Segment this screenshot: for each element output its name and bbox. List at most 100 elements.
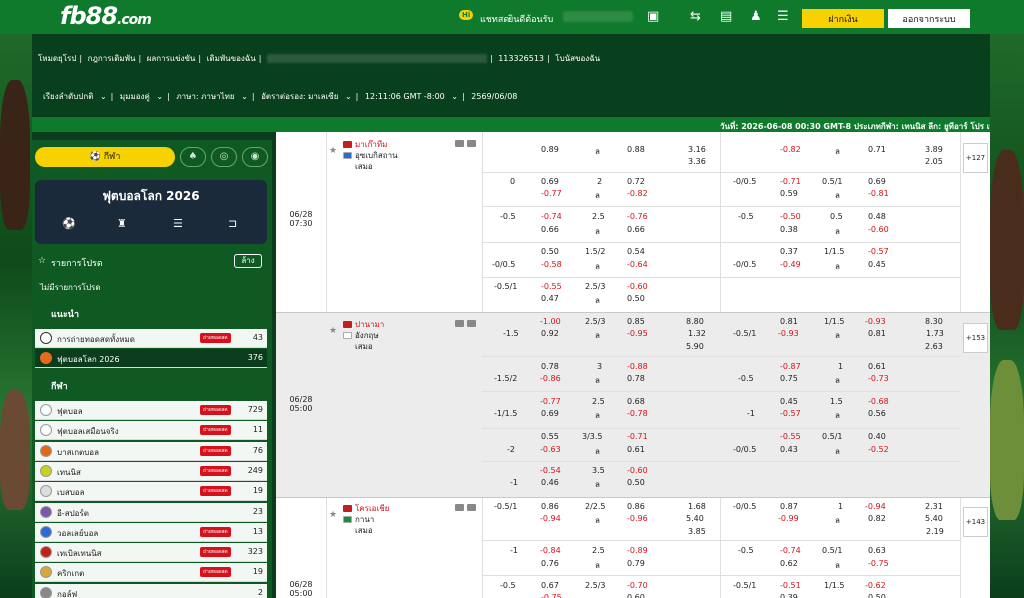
odds-value[interactable]: -0.60 [627, 282, 648, 291]
clear-favorites-button[interactable]: ล้าง [234, 254, 262, 268]
sidebar-item-sport[interactable]: กอล์ฟ 2 [35, 583, 267, 598]
odds-value[interactable]: -0.93 [865, 317, 886, 326]
odds-value[interactable]: 0.45 [780, 397, 798, 406]
odds-value[interactable]: 0.48 [868, 212, 886, 221]
odds-value[interactable]: -0.84 [540, 546, 561, 555]
odds-value[interactable]: -0.86 [540, 374, 561, 383]
bet-list-icon[interactable]: ☰ [777, 9, 789, 24]
sidebar-item-sport[interactable]: ฟุตบอล ถ่ายทอดสด 729 [35, 401, 267, 420]
odds-value[interactable]: 0.50 [541, 247, 559, 256]
odds-value[interactable]: 0.56 [868, 409, 886, 418]
deposit-button[interactable]: ฝากเงิน [802, 9, 884, 28]
live-tv-icon[interactable] [455, 504, 464, 511]
odds-value[interactable]: 0.66 [541, 225, 559, 234]
odds-value[interactable]: 8.30 [925, 317, 943, 326]
odds-value[interactable]: 0.50 [627, 478, 645, 487]
odds-value[interactable]: 0.69 [541, 177, 559, 186]
odds-value[interactable]: -1.00 [540, 317, 561, 326]
odds-value[interactable]: -0.96 [627, 514, 648, 523]
odds-value[interactable]: 3.85 [688, 527, 706, 536]
odds-value[interactable]: -0.63 [540, 445, 561, 454]
odds-value[interactable]: 3.16 [688, 145, 706, 154]
odds-value[interactable]: 0.39 [780, 593, 798, 598]
odds-value[interactable]: 0.46 [541, 478, 559, 487]
casino-tab-button[interactable]: ♠ [180, 147, 206, 167]
odds-value[interactable]: 0.85 [627, 317, 645, 326]
odds-value[interactable]: 0.43 [780, 445, 798, 454]
stats-icon[interactable] [467, 140, 476, 147]
odds-value[interactable]: 5.90 [686, 342, 704, 351]
odds-value[interactable]: 0.81 [868, 329, 886, 338]
live-tv-icon[interactable] [455, 140, 464, 147]
odds-value[interactable]: 0.38 [780, 225, 798, 234]
odds-value[interactable]: -0.94 [865, 502, 886, 511]
odds-value[interactable]: 0.60 [627, 593, 645, 598]
site-logo[interactable]: fb88.com [60, 2, 152, 30]
odds-value[interactable]: 0.86 [541, 502, 559, 511]
odds-value[interactable]: 2.05 [925, 157, 943, 166]
nav-results[interactable]: ผลการแข่งขัน [147, 54, 196, 63]
sidebar-item-sport[interactable]: เบสบอล ถ่ายทอดสด 19 [35, 482, 267, 502]
odds-value[interactable]: 8.80 [686, 317, 704, 326]
odds-value[interactable]: 0.71 [868, 145, 886, 154]
odds-value[interactable]: 0.45 [868, 260, 886, 269]
odds-value[interactable]: -0.60 [868, 225, 889, 234]
odds-value[interactable]: 0.72 [627, 177, 645, 186]
sidebar-item-worldcup[interactable]: ฟุตบอลโลก 2026 376 [35, 349, 267, 368]
odds-value[interactable]: 0.67 [541, 581, 559, 590]
odds-value[interactable]: -0.70 [627, 581, 648, 590]
sidebar-item-sport[interactable]: บาสเกตบอล ถ่ายทอดสด 76 [35, 441, 267, 461]
odds-value[interactable]: -0.75 [541, 593, 562, 598]
odds-value[interactable]: 0.69 [541, 409, 559, 418]
odds-value[interactable]: -0.50 [780, 212, 801, 221]
odds-value[interactable]: -0.54 [540, 466, 561, 475]
odds-type-select[interactable]: อัตราต่อรอง: มาเลเซีย ⌄ [261, 92, 352, 101]
odds-value[interactable]: -0.94 [540, 514, 561, 523]
wallet-icon[interactable]: ▣ [647, 9, 659, 24]
odds-value[interactable]: -0.49 [780, 260, 801, 269]
list-icon[interactable]: ☰ [173, 217, 183, 230]
games-tab-button[interactable]: ◉ [242, 147, 268, 167]
odds-value[interactable]: -0.77 [541, 189, 562, 198]
sort-select[interactable]: เรียงลำดับปกติ ⌄ [43, 92, 107, 101]
odds-value[interactable]: 1.32 [688, 329, 706, 338]
odds-value[interactable]: 0.37 [780, 247, 798, 256]
odds-value[interactable]: -0.95 [627, 329, 648, 338]
odds-value[interactable]: 0.61 [627, 445, 645, 454]
odds-value[interactable]: -0.76 [627, 212, 648, 221]
promo-icon[interactable]: ▤ [720, 9, 732, 24]
odds-value[interactable]: 3.36 [688, 157, 706, 166]
odds-value[interactable]: 2.19 [926, 527, 944, 536]
odds-value[interactable]: 0.78 [627, 374, 645, 383]
favorite-star-icon[interactable]: ★ [329, 326, 337, 336]
chat-badge-icon[interactable]: Hi [459, 10, 474, 20]
odds-value[interactable]: -0.71 [780, 177, 801, 186]
sidebar-item-sport[interactable]: เทเบิลเทนนิส ถ่ายทอดสด 323 [35, 543, 267, 563]
odds-value[interactable]: 0.82 [868, 514, 886, 523]
odds-value[interactable]: 0.75 [780, 374, 798, 383]
odds-value[interactable]: 0.54 [627, 247, 645, 256]
odds-value[interactable]: -0.87 [780, 362, 801, 371]
odds-value[interactable]: 0.40 [868, 432, 886, 441]
team-icon[interactable]: ♜ [117, 217, 127, 230]
favorite-star-icon[interactable]: ★ [329, 510, 337, 520]
odds-view-select[interactable]: มุมมองคู่ ⌄ [120, 92, 163, 101]
odds-value[interactable]: -0.81 [868, 189, 889, 198]
language-select[interactable]: ภาษา: ภาษาไทย ⌄ [176, 92, 248, 101]
odds-value[interactable]: -0.52 [868, 445, 889, 454]
odds-value[interactable]: 0.76 [541, 559, 559, 568]
account-icon[interactable]: ♟ [750, 9, 762, 24]
odds-value[interactable]: -0.88 [627, 362, 648, 371]
odds-value[interactable]: 0.68 [627, 397, 645, 406]
odds-value[interactable]: 0.66 [627, 225, 645, 234]
odds-value[interactable]: 0.55 [541, 432, 559, 441]
tab-sports[interactable]: ⚽ กีฬา [35, 147, 175, 167]
odds-value[interactable]: -0.51 [780, 581, 801, 590]
odds-value[interactable]: -0.60 [627, 466, 648, 475]
odds-value[interactable]: -0.82 [627, 189, 648, 198]
odds-value[interactable]: -0.55 [780, 432, 801, 441]
odds-value[interactable]: -0.82 [780, 145, 801, 154]
more-markets-button[interactable]: +153 [963, 323, 988, 353]
more-markets-button[interactable]: +143 [963, 507, 988, 537]
stats-icon[interactable] [467, 320, 476, 327]
